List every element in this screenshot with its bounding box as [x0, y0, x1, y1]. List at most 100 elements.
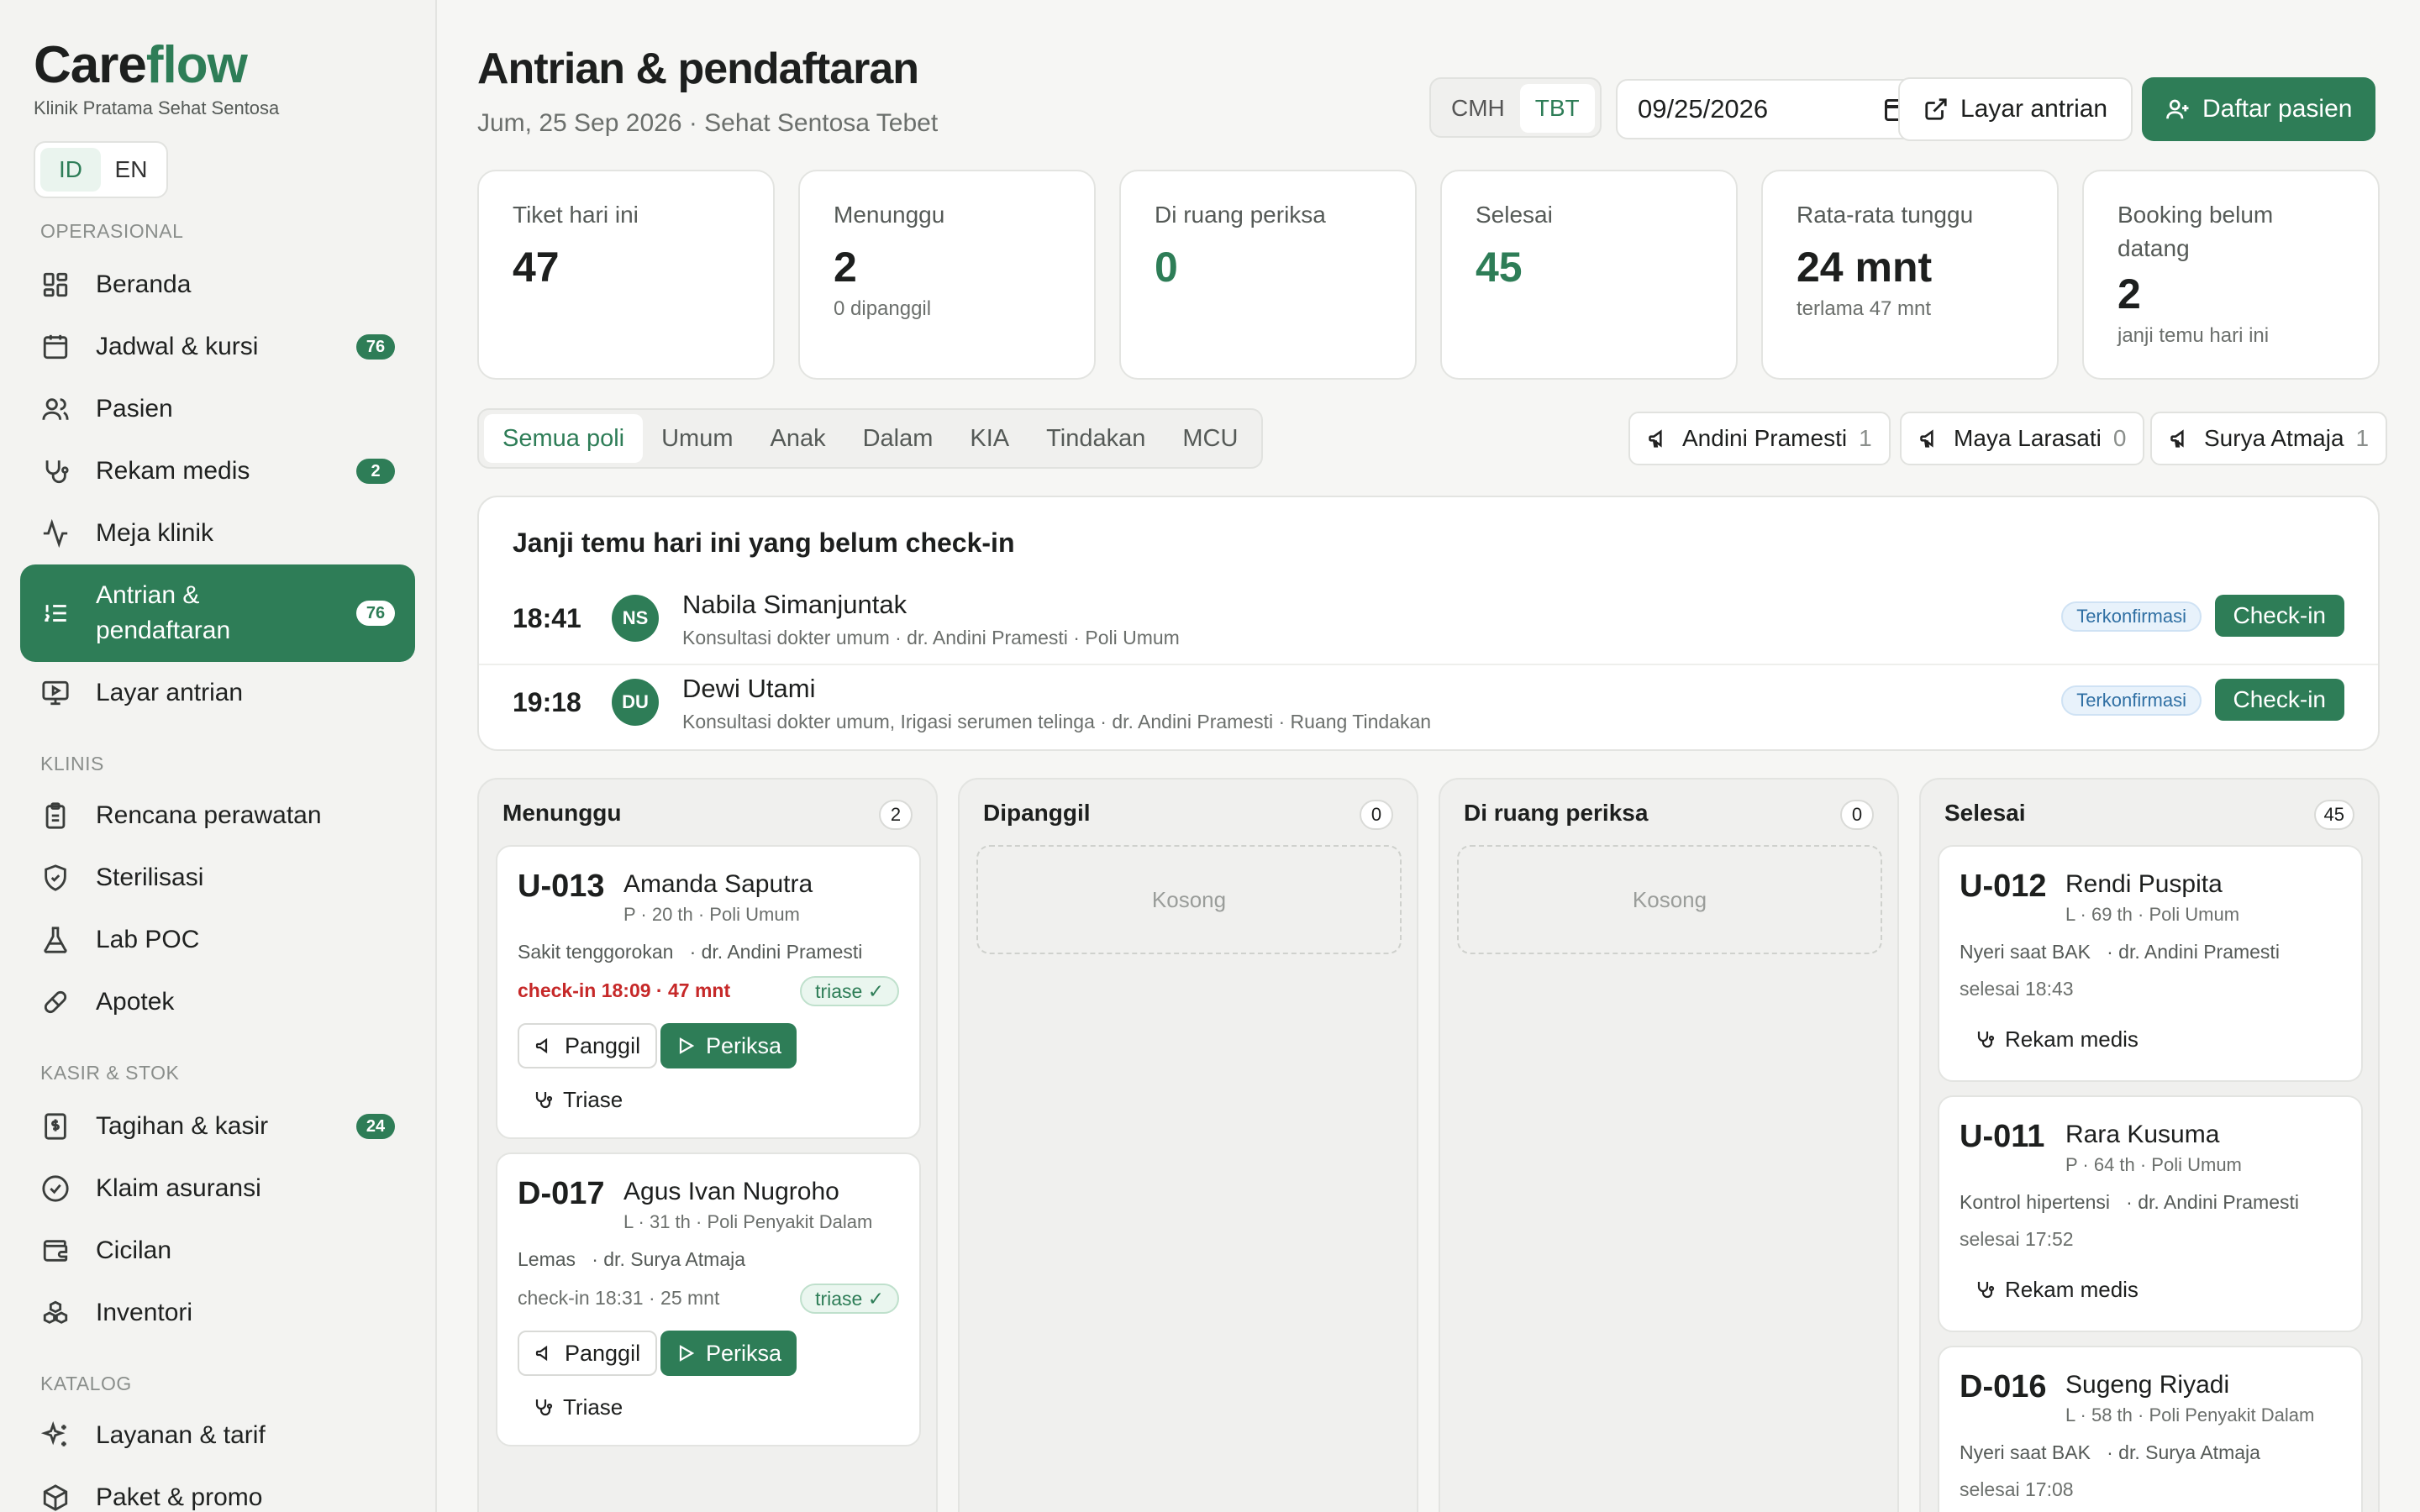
ticket-number: D-016 [1960, 1369, 2047, 1404]
triage-label: Triase [563, 1086, 623, 1112]
examine-button[interactable]: Periksa [660, 1331, 797, 1376]
queue-screen-button[interactable]: Layar antrian [1898, 77, 2133, 141]
complaint: Nyeri saat BAK · dr. Surya Atmaja [1960, 1441, 2260, 1464]
tab-dalam[interactable]: Dalam [844, 414, 952, 463]
doctor-text: · dr. Surya Atmaja [592, 1248, 746, 1270]
doctor-count: 1 [1859, 425, 1872, 451]
patient-name: Dewi Utami [682, 674, 816, 703]
lang-id-button[interactable]: ID [40, 148, 101, 192]
tab-umum[interactable]: Umum [643, 414, 751, 463]
triage-button[interactable]: Triase [518, 1079, 638, 1121]
register-patient-button[interactable]: Daftar pasien [2142, 77, 2376, 141]
date-picker[interactable]: 09/25/2026 [1616, 79, 1927, 139]
sidebar-item-label: Rencana perawatan [96, 801, 322, 829]
stat-card-avg-wait: Rata-rata tunggu 24 mnt terlama 47 mnt [1761, 170, 2059, 380]
tab-semua-poli[interactable]: Semua poli [484, 414, 644, 463]
doctor-call-chip[interactable]: Andini Pramesti 1 [1628, 412, 1891, 465]
status-badge: Terkonfirmasi [2061, 601, 2202, 632]
doctor-text: · dr. Andini Pramesti [2107, 941, 2280, 963]
section-label-operasional: OPERASIONAL [40, 220, 184, 242]
sidebar-item-paket[interactable]: Paket & promo [20, 1470, 415, 1512]
complaint: Lemas · dr. Surya Atmaja [518, 1248, 745, 1271]
sidebar-item-label: Rekam medis [96, 457, 250, 485]
sidebar-item-apotek[interactable]: Apotek [20, 974, 415, 1030]
sidebar-item-antrian[interactable]: Antrian & pendaftaran 76 [20, 564, 415, 662]
patient-meta: P · 64 th · Poli Umum [2065, 1154, 2242, 1175]
complaint-text: Sakit tenggorokan [518, 941, 674, 963]
branch-tbt-button[interactable]: TBT [1519, 84, 1595, 133]
package-icon [40, 1483, 71, 1512]
section-label-klinis: KLINIS [40, 753, 104, 774]
column-done: Selesai 45 U-012 Rendi Puspita L · 69 th… [1919, 778, 2380, 1512]
sidebar-item-layar-antrian[interactable]: Layar antrian [20, 665, 415, 721]
patient-meta: L · 69 th · Poli Umum [2065, 904, 2240, 925]
checkin-time: check-in 18:31 · 25 mnt [518, 1287, 720, 1309]
sidebar-item-pasien[interactable]: Pasien [20, 381, 415, 437]
receipt-icon [40, 1111, 71, 1142]
sidebar-item-klaim[interactable]: Klaim asuransi [20, 1161, 415, 1216]
calendar-icon [40, 332, 71, 362]
pending-appointments-panel: Janji temu hari ini yang belum check-in … [477, 496, 2380, 751]
appointment-desc: Konsultasi dokter umum, Irigasi serumen … [682, 711, 1432, 732]
stat-value: 47 [513, 244, 560, 291]
tab-anak[interactable]: Anak [751, 414, 844, 463]
sidebar-item-layanan[interactable]: Layanan & tarif [20, 1408, 415, 1463]
complaint-text: Nyeri saat BAK [1960, 1441, 2091, 1463]
sidebar-item-label: Klaim asuransi [96, 1174, 261, 1202]
queue-card: U-012 Rendi Puspita L · 69 th · Poli Umu… [1938, 845, 2363, 1082]
app-root: Careflow Klinik Pratama Sehat Sentosa ID… [0, 0, 2420, 1512]
stethoscope-icon [1977, 1032, 1995, 1048]
language-switch: ID EN [34, 141, 168, 198]
doctor-count: 0 [2112, 425, 2127, 451]
call-button[interactable]: Panggil [518, 1023, 658, 1068]
flask-icon [40, 925, 71, 955]
finished-time: selesai 18:43 [1960, 978, 2074, 1000]
call-button[interactable]: Panggil [518, 1331, 658, 1376]
queue-card: D-016 Sugeng Riyadi L · 58 th · Poli Pen… [1938, 1346, 2363, 1512]
sidebar-item-sterilisasi[interactable]: Sterilisasi [20, 850, 415, 906]
stat-card-waiting: Menunggu 2 0 dipanggil [798, 170, 1096, 380]
clinic-name: Klinik Pratama Sehat Sentosa [34, 97, 280, 118]
triage-button[interactable]: Triase [518, 1386, 638, 1428]
stethoscope-icon [535, 1399, 553, 1416]
column-count: 45 [2313, 800, 2354, 830]
examine-button[interactable]: Periksa [660, 1023, 797, 1068]
stat-card-in-exam: Di ruang periksa 0 [1119, 170, 1417, 380]
sidebar-item-rekam-medis[interactable]: Rekam medis 2 [20, 444, 415, 499]
sidebar-item-jadwal[interactable]: Jadwal & kursi 76 [20, 319, 415, 375]
finished-time: selesai 17:08 [1960, 1478, 2074, 1500]
grid-icon [40, 270, 71, 300]
call-label: Panggil [565, 1033, 641, 1058]
sidebar-item-cicilan[interactable]: Cicilan [20, 1223, 415, 1278]
sidebar-item-inventori[interactable]: Inventori [20, 1285, 415, 1341]
patient-name: Sugeng Riyadi [2065, 1371, 2230, 1399]
doctor-text: · dr. Surya Atmaja [2107, 1441, 2260, 1463]
patient-meta: L · 58 th · Poli Penyakit Dalam [2065, 1404, 2315, 1425]
tab-tindakan[interactable]: Tindakan [1028, 414, 1164, 463]
sidebar-item-meja-klinik[interactable]: Meja klinik [20, 506, 415, 561]
brand-logo[interactable]: Careflow [34, 35, 248, 95]
sidebar-item-beranda[interactable]: Beranda [20, 257, 415, 312]
doctor-text: · dr. Andini Pramesti [689, 941, 863, 963]
column-title: Selesai [1944, 800, 2026, 826]
checkin-button[interactable]: Check-in [2214, 595, 2344, 637]
checkin-button[interactable]: Check-in [2214, 679, 2344, 721]
medical-record-button[interactable]: Rekam medis [1960, 1268, 2154, 1310]
doctor-call-chip[interactable]: Maya Larasati 0 [1900, 412, 2145, 465]
tab-kia[interactable]: KIA [951, 414, 1028, 463]
column-title: Menunggu [502, 800, 622, 826]
branch-cmh-button[interactable]: CMH [1436, 84, 1520, 133]
sidebar-item-label: Pasien [96, 395, 173, 423]
empty-state: Kosong [976, 845, 1402, 954]
tab-mcu[interactable]: MCU [1164, 414, 1256, 463]
sidebar-item-tagihan[interactable]: Tagihan & kasir 24 [20, 1099, 415, 1154]
avatar: DU [612, 679, 659, 726]
sidebar-item-lab-poc[interactable]: Lab POC [20, 912, 415, 968]
lang-en-button[interactable]: EN [101, 148, 161, 192]
medical-record-button[interactable]: Rekam medis [1960, 1018, 2154, 1060]
doctor-call-chip[interactable]: Surya Atmaja 1 [2150, 412, 2388, 465]
count-badge: 76 [356, 601, 395, 626]
sidebar-item-rencana-perawatan[interactable]: Rencana perawatan [20, 788, 415, 843]
date-value: 09/25/2026 [1638, 94, 1769, 123]
doctor-name: Maya Larasati [1954, 425, 2102, 451]
